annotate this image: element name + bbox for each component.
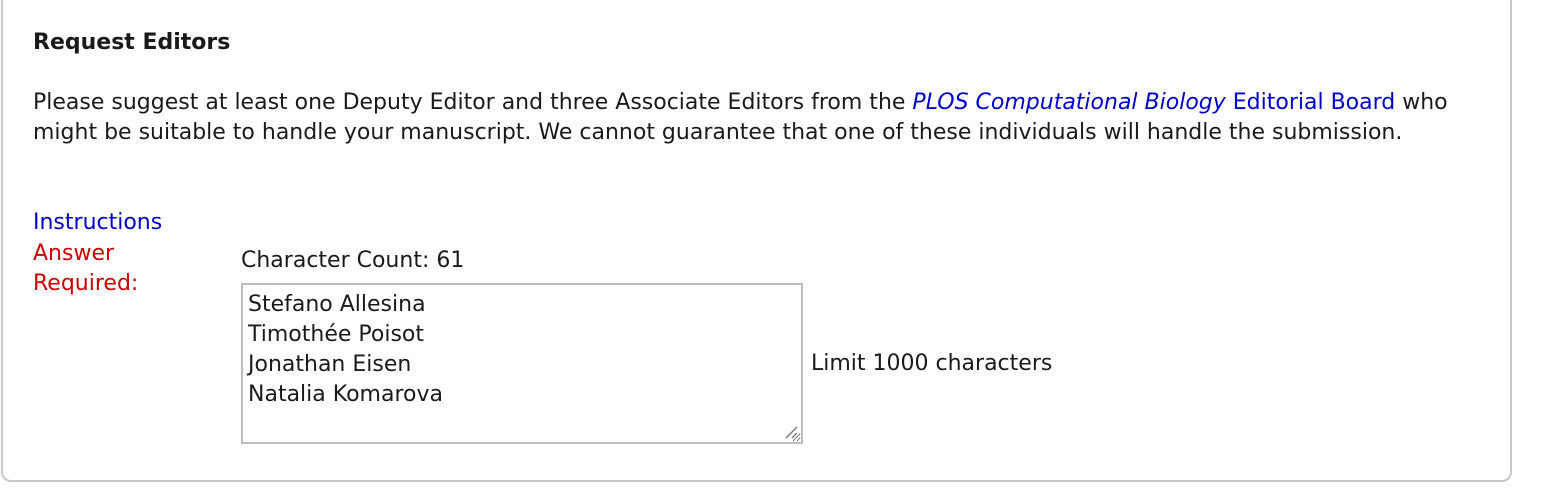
character-limit-text: Limit 1000 characters — [811, 351, 1053, 376]
editorial-board-text: Editorial Board — [1225, 90, 1396, 115]
section-description: Please suggest at least one Deputy Edito… — [33, 88, 1493, 148]
description-prefix: Please suggest at least one Deputy Edito… — [33, 90, 913, 115]
character-count: Character Count: 61 — [241, 248, 465, 273]
editorial-board-link[interactable]: PLOS Computational Biology Editorial Boa… — [912, 90, 1395, 115]
instructions-link[interactable]: Instructions — [33, 208, 162, 238]
answer-required-label: Answer Required: — [33, 241, 139, 296]
editors-answer-textarea[interactable]: Stefano Allesina Timothée Poisot Jonatha… — [241, 283, 803, 444]
journal-name: PLOS Computational Biology — [912, 90, 1226, 115]
section-title: Request Editors — [33, 30, 231, 55]
